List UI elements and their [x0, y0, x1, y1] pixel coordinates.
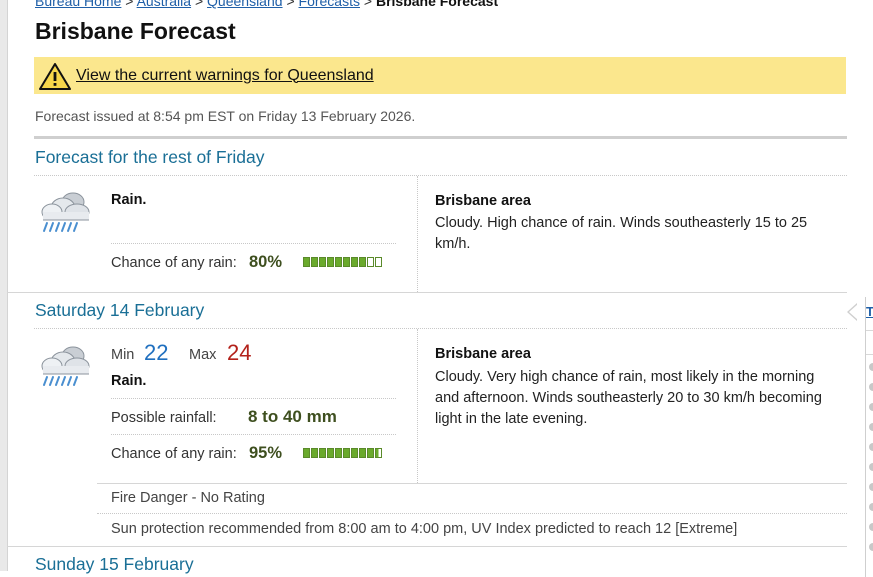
divider [111, 243, 396, 244]
area-title: Brisbane area [435, 346, 531, 362]
breadcrumb: Bureau Home > Australia > Queensland > F… [35, 0, 498, 9]
area-title: Brisbane area [435, 193, 531, 209]
weather-summary: Rain. [111, 192, 147, 208]
rain-bar-segment [367, 448, 374, 458]
day-divider [7, 292, 847, 293]
possible-rainfall-label: Possible rainfall: [111, 410, 217, 426]
fire-danger-text: Fire Danger - No Rating [111, 490, 265, 506]
rain-bar-segment [311, 257, 318, 267]
side-panel-divider [866, 330, 873, 331]
rain-bar-segment [351, 448, 358, 458]
divider [34, 328, 847, 329]
rain-bar-segment [319, 257, 326, 267]
breadcrumb-current: Brisbane Forecast [375, 0, 499, 9]
sun-protection-text: Sun protection recommended from 8:00 am … [111, 521, 738, 537]
view-warnings-link[interactable]: View the current warnings for Queensland [76, 67, 374, 85]
day-divider [7, 546, 847, 547]
rain-bar-segment [375, 448, 382, 458]
breadcrumb-queensland[interactable]: Queensland [207, 0, 283, 9]
divider [34, 175, 847, 176]
breadcrumb-forecasts[interactable]: Forecasts [299, 0, 360, 9]
rain-bar-segment [367, 257, 374, 267]
side-panel-bullet [869, 523, 873, 531]
side-panel-bullet [869, 503, 873, 511]
rain-bar-segment [327, 257, 334, 267]
day-title-friday: Forecast for the rest of Friday [35, 147, 265, 167]
breadcrumb-australia[interactable]: Australia [137, 0, 191, 9]
divider [97, 513, 847, 514]
warning-triangle-icon [39, 62, 71, 90]
side-panel-bullet [869, 423, 873, 431]
side-panel [865, 297, 873, 577]
side-panel-link[interactable]: T [866, 304, 873, 319]
rain-cloud-icon [41, 346, 90, 386]
side-panel-bullet [869, 403, 873, 411]
possible-rainfall-value: 8 to 40 mm [248, 407, 337, 426]
breadcrumb-separator: > [363, 0, 373, 9]
breadcrumb-separator: > [194, 0, 204, 9]
chance-of-rain-label: Chance of any rain: [111, 255, 237, 271]
rain-bar-segment [343, 448, 350, 458]
divider [111, 434, 396, 435]
breadcrumb-separator: > [125, 0, 134, 9]
chance-of-rain-value: 80% [249, 253, 283, 271]
page-title: Brisbane Forecast [35, 18, 236, 44]
chance-of-rain-bar [303, 257, 382, 267]
side-panel-divider [866, 354, 873, 355]
side-panel-bullet [869, 463, 873, 471]
max-temp-label: Max [189, 347, 217, 363]
weather-summary: Rain. [111, 373, 147, 389]
rain-bar-segment [359, 448, 366, 458]
rain-bar-segment [335, 448, 342, 458]
rain-bar-segment [319, 448, 326, 458]
rain-bar-segment [359, 257, 366, 267]
chance-of-rain-bar [303, 448, 382, 458]
divider [111, 398, 396, 399]
rain-bar-segment [343, 257, 350, 267]
area-forecast-text: Cloudy. Very high chance of rain, most l… [435, 369, 822, 427]
column-divider [417, 176, 418, 292]
side-panel-pointer-inner [849, 304, 858, 320]
left-edge-shadow [0, 0, 8, 571]
breadcrumb-bureau-home[interactable]: Bureau Home [35, 0, 121, 9]
rain-bar-segment [303, 448, 310, 458]
min-temp-value: 22 [144, 340, 169, 365]
area-forecast-text: Cloudy. High chance of rain. Winds south… [435, 215, 808, 252]
side-panel-bullet [869, 443, 873, 451]
divider [97, 483, 847, 484]
chance-of-rain-label: Chance of any rain: [111, 446, 237, 462]
breadcrumb-separator: > [286, 0, 295, 9]
side-panel-bullet [869, 543, 873, 551]
side-panel-bullet [869, 383, 873, 391]
chance-of-rain-value: 95% [249, 444, 283, 462]
rain-bar-segment [303, 257, 310, 267]
side-panel-bullet [869, 363, 873, 371]
rain-bar-segment [327, 448, 334, 458]
day-title-sunday: Sunday 15 February [35, 554, 194, 574]
rain-bar-segment [335, 257, 342, 267]
min-temp-label: Min [111, 347, 135, 363]
section-divider [34, 136, 847, 139]
day-title-saturday: Saturday 14 February [35, 300, 205, 320]
rain-bar-segment [351, 257, 358, 267]
rain-bar-segment [311, 448, 318, 458]
warning-banner: View the current warnings for Queensland [34, 57, 846, 94]
rain-cloud-icon [41, 192, 90, 232]
rain-bar-segment [375, 257, 382, 267]
column-divider [417, 329, 418, 483]
forecast-issued-text: Forecast issued at 8:54 pm EST on Friday… [35, 108, 416, 124]
max-temp-value: 24 [227, 340, 252, 365]
side-panel-bullet [869, 483, 873, 491]
